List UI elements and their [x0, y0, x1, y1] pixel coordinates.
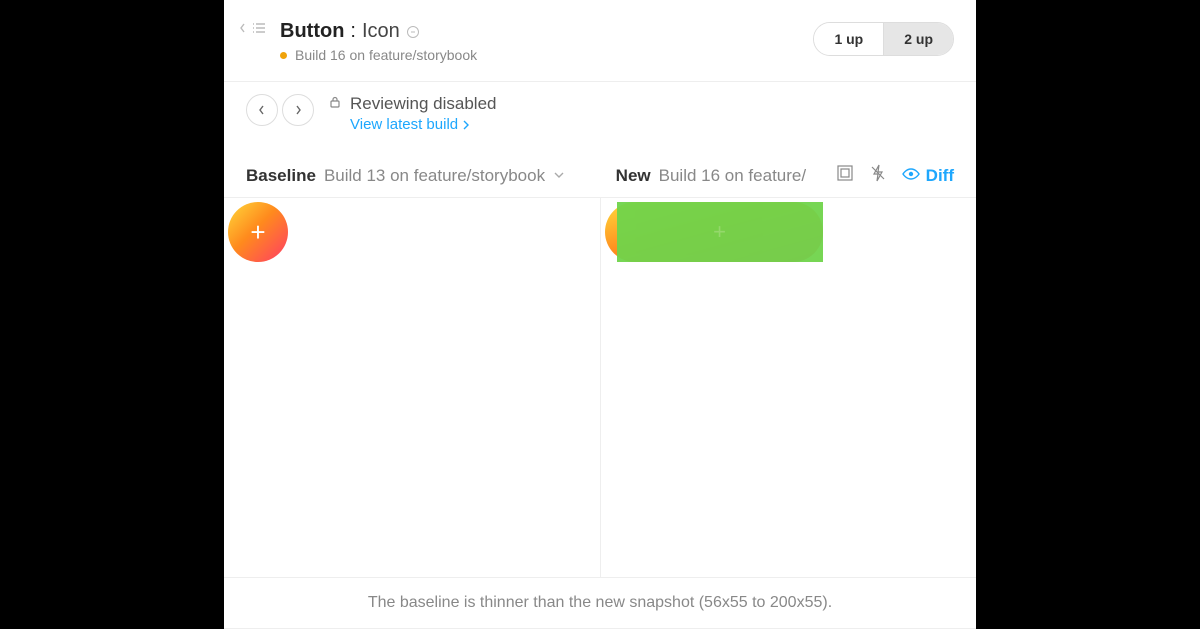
compare-panes: + +: [224, 197, 976, 578]
baseline-label: Baseline: [246, 166, 316, 186]
toggle-1up[interactable]: 1 up: [814, 23, 884, 55]
footer-note: The baseline is thinner than the new sna…: [224, 578, 976, 629]
new-label: New: [616, 166, 651, 186]
baseline-pane[interactable]: +: [224, 198, 601, 577]
story-name: Icon: [362, 20, 400, 43]
chevron-right-icon: [462, 120, 470, 130]
lock-icon: [328, 94, 342, 114]
diff-label: Diff: [926, 166, 954, 186]
status-dot-icon: [280, 52, 287, 59]
back-group: [238, 20, 266, 34]
flash-off-icon[interactable]: [870, 164, 886, 187]
header: Button : Icon Build 16 on feature/storyb…: [224, 0, 976, 82]
new-pane[interactable]: +: [601, 198, 977, 577]
plus-icon: +: [250, 217, 265, 248]
chevron-left-icon[interactable]: [238, 23, 248, 33]
compare-header: Baseline Build 13 on feature/storybook N…: [224, 164, 976, 197]
view-toggle: 1 up 2 up: [813, 22, 954, 56]
app-window: Button : Icon Build 16 on feature/storyb…: [224, 0, 976, 629]
title-separator: :: [350, 20, 356, 43]
list-icon[interactable]: [252, 22, 266, 34]
focus-icon[interactable]: [836, 164, 854, 187]
new-build[interactable]: Build 16 on feature/storybook: [659, 166, 806, 186]
review-bar: Reviewing disabled View latest build: [224, 82, 976, 164]
chevron-down-icon[interactable]: [553, 167, 565, 185]
view-latest-link[interactable]: View latest build: [350, 116, 470, 133]
eye-icon: [902, 166, 920, 186]
diff-toggle[interactable]: Diff: [902, 166, 954, 186]
status-circle-icon: [406, 25, 420, 39]
next-button[interactable]: [282, 94, 314, 126]
build-subtext: Build 16 on feature/storybook: [295, 47, 477, 63]
view-latest-text: View latest build: [350, 116, 458, 133]
baseline-build[interactable]: Build 13 on feature/storybook: [324, 166, 545, 186]
prev-button[interactable]: [246, 94, 278, 126]
title-block: Button : Icon Build 16 on feature/storyb…: [280, 20, 813, 63]
toggle-2up[interactable]: 2 up: [884, 23, 953, 55]
diff-overlay: +: [617, 202, 823, 262]
review-status: Reviewing disabled: [328, 94, 496, 114]
nav-arrows: [246, 94, 314, 126]
component-name: Button: [280, 20, 344, 43]
baseline-snapshot: +: [228, 202, 288, 262]
plus-icon: +: [713, 219, 726, 245]
review-status-text: Reviewing disabled: [350, 94, 496, 114]
